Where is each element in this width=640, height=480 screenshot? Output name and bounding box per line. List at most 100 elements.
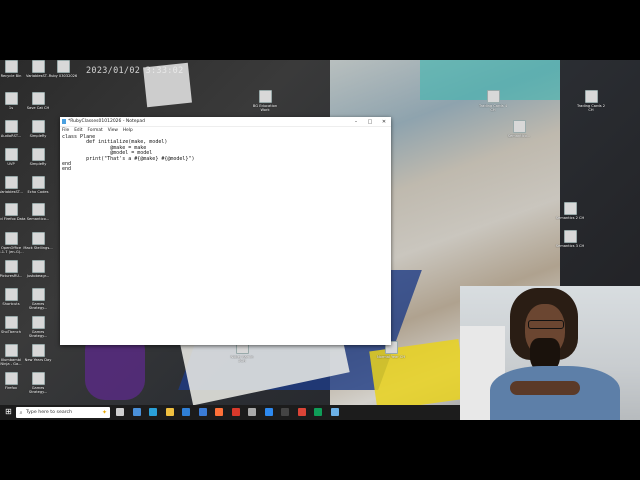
notepad-title: *RubyClasses01012026 - Notepad [68,119,146,124]
desktop-icon-label: New Years Day [24,358,52,362]
desktop-icon[interactable]: Trading Cards 2 CH [576,90,606,112]
menu-edit[interactable]: Edit [74,128,82,133]
desktop-icon[interactable]: Semantico... [504,120,534,138]
taskbar: ⊞ ⌕ Type here to search ✦ [0,405,460,420]
desktop-icon[interactable]: Games Strategy... [23,288,53,310]
edge-icon[interactable] [149,408,157,416]
file-icon [31,92,45,105]
menu-file[interactable]: File [62,128,69,133]
desktop-icon-label: Justobeagr... [26,274,50,278]
desktop-icon[interactable]: Echo Codes [23,176,53,194]
file-icon [4,288,18,301]
menu-help[interactable]: Help [123,128,133,133]
search-highlight-icon: ✦ [101,409,107,416]
file-icon [4,92,18,105]
file-icon [4,232,18,245]
file-icon [31,203,45,216]
desktop-icon-label: Nobel Ramin 2CH [230,355,254,363]
webcam-overlay [460,286,640,420]
desktop-icon-label: Semantico... [26,217,50,221]
file-icon [31,288,45,301]
notepad-icon [62,119,66,124]
media-icon[interactable] [231,408,240,416]
desktop-icon-label: Ruby 03032026 [48,74,78,78]
terminal-icon[interactable] [281,408,289,416]
desktop-icon[interactable]: New Years Day [23,344,53,362]
notepad-title-bar[interactable]: *RubyClasses01012026 - Notepad – □ ✕ [60,117,391,127]
file-icon [563,202,577,215]
desktop-icon[interactable]: Games Strategy... [23,316,53,338]
notepad-editor[interactable]: class Plane def initialize(make, model) … [60,134,391,174]
chrome-alt-icon[interactable] [314,408,322,416]
file-icon [31,232,45,245]
store-icon[interactable] [182,408,190,416]
file-icon [31,176,45,189]
chrome-icon[interactable] [297,408,306,416]
notepad-icon[interactable] [330,408,339,416]
file-icon [4,203,18,216]
webcam-person-hands [510,381,580,395]
file-icon [31,260,45,273]
file-icon [31,316,45,329]
file-icon [4,316,18,329]
desktop-icon[interactable]: Justobeagr... [23,260,53,278]
desktop-icon-label: Games Strategy... [28,302,48,310]
file-icon [4,176,18,189]
desktop-icon-label: Echo Codes [27,190,49,194]
desktop-icon-label: Games Strategy... [28,386,48,394]
desktop-icon[interactable]: SimpleRy [23,120,53,138]
desktop-icon-label: Save Cat CH [26,106,50,110]
notepad-window[interactable]: *RubyClasses01012026 - Notepad – □ ✕ Fil… [60,117,391,345]
app-icon[interactable] [248,408,256,416]
desktop-icon-label: Trading Cards 4 CH [478,104,508,112]
menu-format[interactable]: Format [88,128,103,133]
file-icon [512,120,526,133]
desktop-icon-label: SimpleRy [29,162,47,166]
desktop-icon-label: Mack Stellings... [23,246,53,250]
desktop-icon[interactable]: BG Education Work [250,90,280,112]
file-icon [31,372,45,385]
desktop-icon[interactable]: Trading Cards 4 CH [478,90,508,112]
search-icon: ⌕ [19,409,23,416]
desktop-icon-label: SimpleRy [29,134,47,138]
desktop-icon[interactable]: Mack Stellings... [23,232,53,250]
mail-icon[interactable] [198,408,207,416]
file-explorer-icon[interactable] [165,408,174,416]
file-icon [4,344,18,357]
file-icon [4,260,18,273]
desktop-icon[interactable]: Semantics 3 CH [555,230,585,248]
file-icon [4,120,18,133]
menu-view[interactable]: View [108,128,118,133]
desktop-icon[interactable]: Ruby 03032026 [48,60,78,78]
webcam-glasses-icon [528,320,564,329]
desktop-icon-label: Semantics 2 CH [555,216,585,220]
file-icon [258,90,272,103]
desktop-icon-label: Games Strategy... [28,330,48,338]
file-icon [56,60,70,73]
widgets-icon[interactable] [132,408,141,416]
desktop-icon-label: Normal Year CH [376,355,406,359]
search-placeholder: Type here to search [26,410,73,415]
desktop-icon[interactable]: Save Cat CH [23,92,53,110]
close-button[interactable]: ✕ [377,119,391,125]
file-icon [4,148,18,161]
desktop-icon-label: Semantico... [507,134,531,138]
desktop-icon[interactable]: Semantics 2 CH [555,202,585,220]
taskbar-search-box[interactable]: ⌕ Type here to search ✦ [16,407,110,418]
firefox-icon[interactable] [215,408,223,416]
timestamp-overlay: 2023/01/02 3:33:02 [86,66,184,76]
desktop-icon[interactable]: Semantico... [23,203,53,221]
desktop-icon-label: Semantics 3 CH [555,244,585,248]
file-icon [486,90,500,103]
desktop-icon-label: Trading Cards 2 CH [576,104,606,112]
minimize-button[interactable]: – [349,119,363,125]
file-icon [31,148,45,161]
task-view-icon[interactable] [116,408,124,416]
maximize-button[interactable]: □ [363,119,377,125]
desktop-icon[interactable]: Games Strategy... [23,372,53,394]
file-icon [31,344,45,357]
windows-start-icon[interactable]: ⊞ [5,408,13,416]
desktop-icon[interactable]: SimpleRy [23,148,53,166]
file-icon [31,120,45,133]
photos-icon[interactable] [264,408,273,416]
